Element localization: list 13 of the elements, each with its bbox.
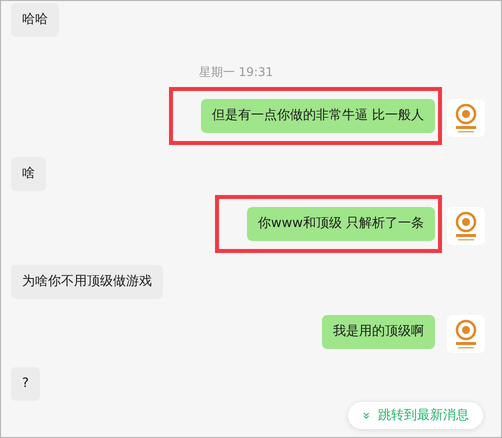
message-bubble: 为啥你不用顶级做游戏	[11, 265, 163, 299]
message-bubble: 但是有一点你做的非常牛逼 比一般人	[200, 99, 435, 133]
avatar-icon	[447, 315, 485, 353]
avatar-icon	[447, 207, 485, 245]
message-bubble: 啥	[11, 157, 46, 191]
message-bubble: ?	[11, 367, 40, 401]
timestamp: 星期一 19:31	[198, 64, 274, 81]
avatar-icon	[447, 99, 485, 137]
message-bubble: 我是用的顶级啊	[322, 315, 435, 349]
message-bubble: 哈哈	[11, 3, 59, 37]
message-bubble: 你www和顶级 只解析了一条	[246, 207, 435, 241]
jump-to-latest-button[interactable]: » 跳转到最新消息	[348, 402, 483, 429]
chevrons-down-icon: »	[356, 411, 376, 420]
